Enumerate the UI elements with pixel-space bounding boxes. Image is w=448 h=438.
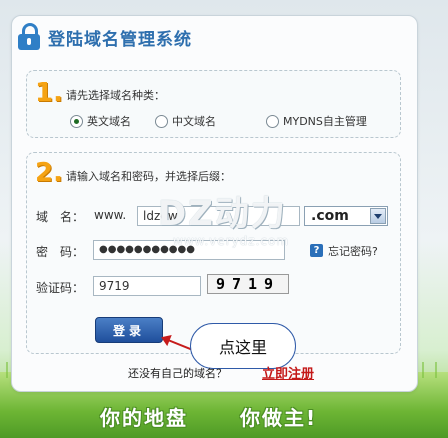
- header: 登陆域名管理系统: [18, 22, 192, 52]
- register-prompt: 还没有自己的域名？: [128, 367, 227, 380]
- radio-mydns[interactable]: MYDNS自主管理: [266, 113, 367, 129]
- forgot-password-link[interactable]: 忘记密码?: [328, 243, 378, 259]
- radio-button-icon[interactable]: [155, 114, 168, 128]
- chevron-down-icon[interactable]: [370, 208, 386, 224]
- page-title: 登陆域名管理系统: [48, 29, 192, 50]
- slogan-right: 你做主!: [240, 406, 318, 430]
- suffix-select[interactable]: .com: [304, 206, 388, 226]
- lock-icon: [18, 23, 40, 51]
- domain-label: 域 名：: [36, 210, 85, 224]
- step-1-prompt: 请先选择域名种类：: [66, 89, 165, 102]
- hint-text: 点这里: [218, 338, 267, 357]
- suffix-selected: .com: [311, 208, 349, 224]
- domain-prefix: www.: [94, 208, 127, 222]
- radio-button-icon[interactable]: [70, 114, 83, 128]
- radio-label: 英文域名: [87, 115, 131, 128]
- slogan-left: 你的地盘: [100, 406, 188, 430]
- watermark-logo: DZ动力: [158, 194, 287, 234]
- captcha-label: 验证码：: [36, 281, 85, 295]
- captcha-image[interactable]: 9719: [207, 274, 289, 294]
- radio-english-domain[interactable]: 英文域名: [70, 113, 131, 129]
- password-label: 密 码：: [36, 245, 85, 259]
- radio-label: 中文域名: [172, 115, 216, 128]
- watermark-site: www.verydz.com: [173, 234, 290, 248]
- help-icon[interactable]: ?: [310, 244, 323, 257]
- radio-chinese-domain[interactable]: 中文域名: [155, 113, 216, 129]
- radio-label: MYDNS自主管理: [283, 115, 367, 128]
- captcha-input[interactable]: 9719: [93, 276, 201, 296]
- step-1-number: 1.: [35, 78, 63, 108]
- step-2-prompt: 请输入域名和密码，并选择后缀：: [66, 170, 231, 183]
- radio-button-icon[interactable]: [266, 114, 279, 128]
- step-2-number: 2.: [35, 158, 63, 188]
- register-link[interactable]: 立即注册: [262, 363, 314, 382]
- login-button[interactable]: 登录: [95, 317, 163, 343]
